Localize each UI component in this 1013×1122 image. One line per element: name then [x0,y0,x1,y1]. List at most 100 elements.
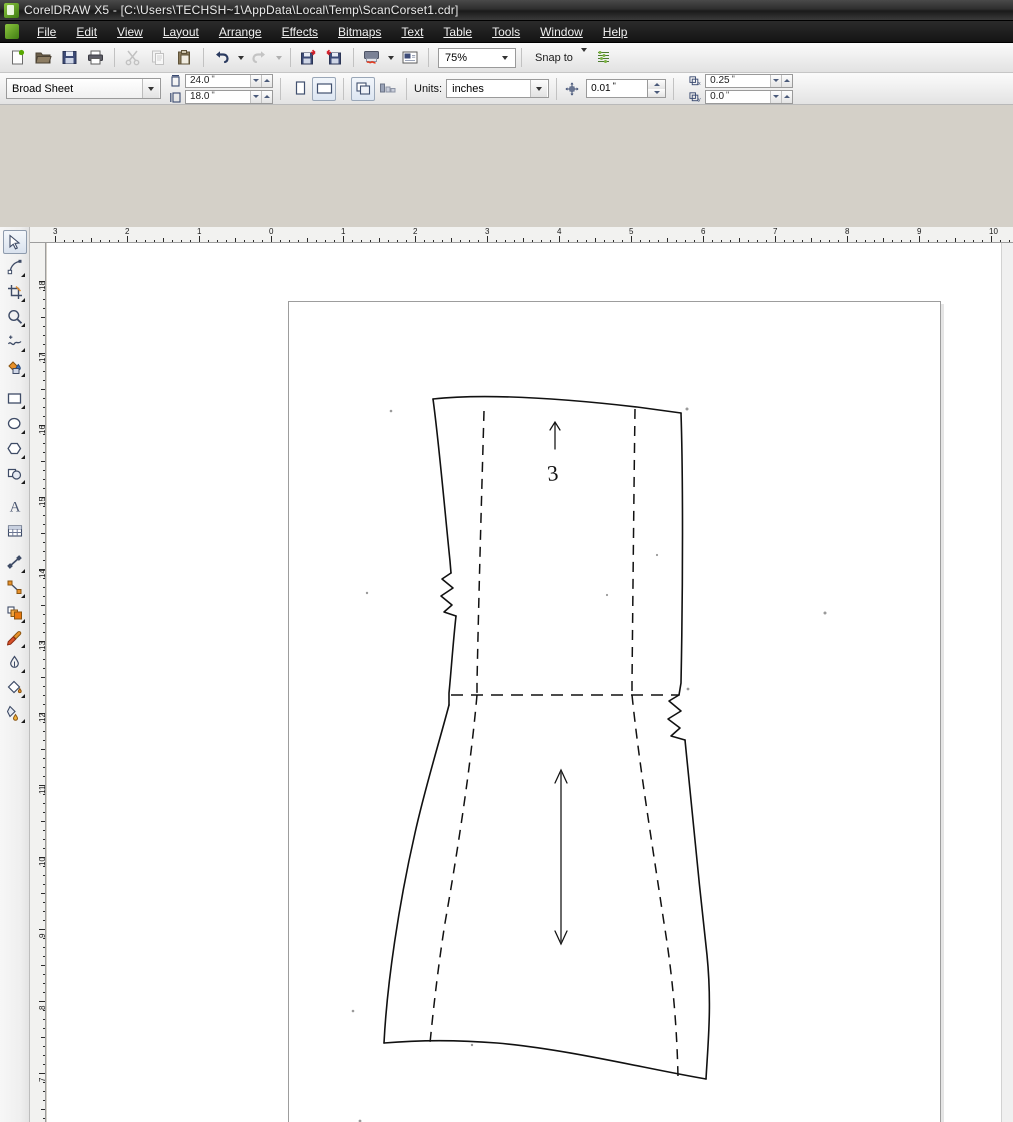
nudge-offset-field[interactable]: 0.01 " [586,79,648,98]
nudge-offset-spinner[interactable] [648,79,666,98]
duplicate-x-up[interactable] [781,75,792,87]
menu-text[interactable]: Text [391,22,433,42]
eyedropper-tool[interactable] [3,626,27,650]
menu-edit[interactable]: Edit [66,22,107,42]
freehand-tool-flyout-icon[interactable] [21,348,25,352]
paste-icon[interactable] [172,46,197,70]
shape-tool[interactable] [3,255,27,279]
duplicate-y-up[interactable] [781,91,792,103]
dimension-tool-flyout-icon[interactable] [21,569,25,573]
duplicate-distance-x[interactable]: 0.25 " [705,74,793,88]
page-height-up[interactable] [261,91,272,103]
horizontal-ruler[interactable]: 321012345678910 [30,227,1013,243]
print-icon[interactable] [83,46,108,70]
rectangle-tool[interactable] [3,387,27,411]
units-dropdown-icon[interactable] [530,80,547,97]
pick-tool[interactable] [3,230,27,254]
open-icon[interactable] [31,46,56,70]
polygon-tool[interactable] [3,437,27,461]
eyedropper-tool-flyout-icon[interactable] [21,644,25,648]
all-pages-icon[interactable] [351,77,375,101]
snap-to-button[interactable]: Snap to [531,47,591,69]
publish-pdf-dropdown-icon[interactable] [385,46,397,70]
export-icon[interactable] [322,46,347,70]
blend-tool[interactable] [3,601,27,625]
menu-table[interactable]: Table [433,22,482,42]
nudge-up[interactable] [648,80,665,89]
duplicate-x-spinner[interactable] [770,75,792,87]
page-height-field[interactable]: 18.0 " [185,90,273,104]
crop-tool-flyout-icon[interactable] [21,298,25,302]
drawing-canvas[interactable]: 3 [47,243,1001,1122]
zoom-tool-flyout-icon[interactable] [21,323,25,327]
zoom-dropdown-icon[interactable] [497,49,513,67]
new-icon[interactable] [5,46,30,70]
paper-type-combo[interactable]: Broad Sheet [6,78,161,99]
basic-shapes-tool[interactable] [3,462,27,486]
snap-to-dropdown-icon[interactable] [581,52,587,64]
menu-bitmaps[interactable]: Bitmaps [328,22,391,42]
smart-fill-tool[interactable] [3,355,27,379]
options-icon[interactable] [591,46,616,70]
blend-tool-flyout-icon[interactable] [21,619,25,623]
menu-help[interactable]: Help [593,22,638,42]
outline-tool-flyout-icon[interactable] [21,669,25,673]
table-tool[interactable] [3,519,27,543]
redo-icon[interactable] [247,46,272,70]
duplicate-distance-y[interactable]: 0.0 " [705,90,793,104]
duplicate-y-spinner[interactable] [770,91,792,103]
menu-file[interactable]: File [27,22,66,42]
dimension-tool[interactable] [3,551,27,575]
paper-type-dropdown-icon[interactable] [142,79,159,98]
rectangle-tool-flyout-icon[interactable] [21,405,25,409]
outline-tool[interactable] [3,651,27,675]
nudge-down[interactable] [648,89,665,98]
menu-layout[interactable]: Layout [153,22,209,42]
undo-icon[interactable] [209,46,234,70]
import-icon[interactable] [296,46,321,70]
scanned-corset-pattern[interactable]: 3 [47,243,1001,1122]
zoom-level-combo[interactable]: 75% [438,48,516,68]
interactive-fill-tool[interactable] [3,701,27,725]
freehand-tool[interactable] [3,330,27,354]
basic-shapes-tool-flyout-icon[interactable] [21,480,25,484]
ellipse-tool[interactable] [3,412,27,436]
page-height-spinner[interactable] [250,91,272,103]
menu-window[interactable]: Window [530,22,593,42]
zoom-tool[interactable] [3,305,27,329]
shape-tool-flyout-icon[interactable] [21,273,25,277]
portrait-icon[interactable] [288,77,312,101]
interactive-fill-tool-flyout-icon[interactable] [21,719,25,723]
polygon-tool-flyout-icon[interactable] [21,455,25,459]
publish-pdf-icon[interactable] [359,46,384,70]
units-combo[interactable]: inches [446,79,549,98]
save-icon[interactable] [57,46,82,70]
menu-tools[interactable]: Tools [482,22,530,42]
menu-view[interactable]: View [107,22,153,42]
connector-tool-flyout-icon[interactable] [21,594,25,598]
vertical-ruler[interactable]: inches 1817161514131211109876 [30,243,46,1122]
page-height-down[interactable] [250,91,261,103]
redo-dropdown-icon[interactable] [273,46,285,70]
crop-tool[interactable] [3,280,27,304]
page-width-up[interactable] [261,75,272,87]
application-launcher-icon[interactable] [397,46,422,70]
cut-icon[interactable] [120,46,145,70]
undo-dropdown-icon[interactable] [235,46,247,70]
menu-effects[interactable]: Effects [272,22,328,42]
document-icon[interactable] [5,24,19,39]
connector-tool[interactable] [3,576,27,600]
text-tool[interactable]: A [3,494,27,518]
page-width-down[interactable] [250,75,261,87]
duplicate-y-down[interactable] [770,91,781,103]
page-width-field[interactable]: 24.0 " [185,74,273,88]
vertical-scrollbar[interactable] [1001,243,1013,1122]
landscape-icon[interactable] [312,77,336,101]
copy-icon[interactable] [146,46,171,70]
menu-arrange[interactable]: Arrange [209,22,272,42]
page-width-spinner[interactable] [250,75,272,87]
smart-fill-tool-flyout-icon[interactable] [21,373,25,377]
ellipse-tool-flyout-icon[interactable] [21,430,25,434]
duplicate-x-down[interactable] [770,75,781,87]
fill-tool[interactable] [3,676,27,700]
